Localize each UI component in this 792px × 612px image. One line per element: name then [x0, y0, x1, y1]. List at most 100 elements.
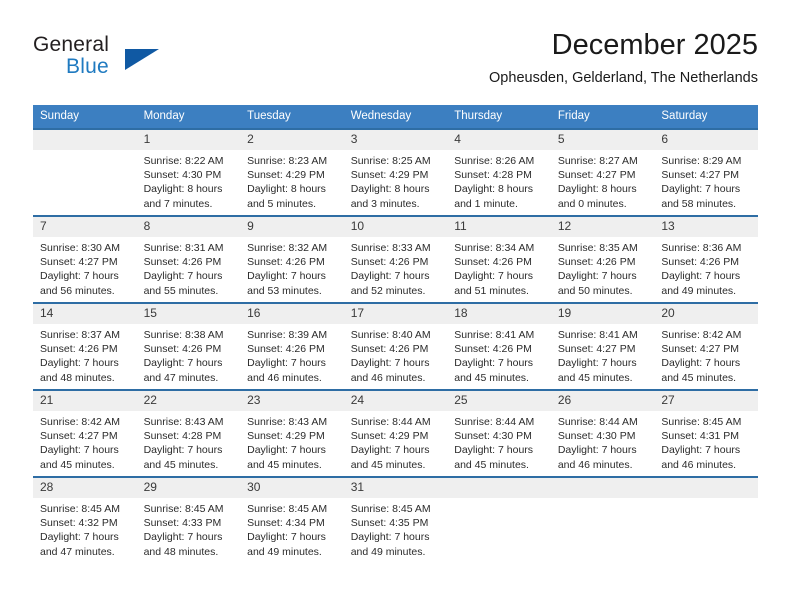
calendar-cell-inner: 11 Sunrise: 8:34 AM Sunset: 4:26 PM Dayligh…	[447, 217, 551, 302]
day-sun-details: Sunrise: 8:25 AM Sunset: 4:29 PM Daylight:…	[344, 150, 448, 211]
sunset-text: Sunset: 4:26 PM	[557, 256, 636, 269]
calendar-day-cell[interactable]: 2 Sunrise: 8:23 AM Sunset: 4:29 PM Daylight…	[240, 128, 344, 216]
day-number	[654, 478, 758, 498]
calendar-day-cell[interactable]: 26 Sunrise: 8:44 AM Sunset: 4:30 PM Dayligh…	[550, 389, 655, 477]
sunrise-text: Sunrise: 8:33 AM	[350, 242, 431, 254]
calendar-day-cell[interactable]: 9 Sunrise: 8:32 AM Sunset: 4:26 PM Daylight…	[240, 215, 344, 303]
calendar-cell-empty	[550, 476, 655, 563]
calendar-day-cell[interactable]: 27 Sunrise: 8:45 AM Sunset: 4:31 PM Dayligh…	[654, 389, 758, 477]
calendar-day-cell[interactable]: 22 Sunrise: 8:43 AM Sunset: 4:28 PM Dayligh…	[136, 389, 241, 477]
brand-logo[interactable]: General Blue	[33, 33, 253, 89]
calendar-week-row: 1 Sunrise: 8:22 AM Sunset: 4:30 PM Daylight…	[33, 128, 758, 216]
daylight-text-line2: and 45 minutes.	[350, 458, 426, 471]
calendar-day-cell[interactable]: 3 Sunrise: 8:25 AM Sunset: 4:29 PM Daylight…	[343, 128, 448, 216]
calendar-cell-empty	[654, 476, 758, 563]
calendar-day-cell[interactable]: 28 Sunrise: 8:45 AM Sunset: 4:32 PM Dayligh…	[33, 476, 137, 563]
calendar-cell-inner: 25 Sunrise: 8:44 AM Sunset: 4:30 PM Dayligh…	[447, 391, 551, 476]
calendar-cell-inner: 10 Sunrise: 8:33 AM Sunset: 4:26 PM Dayligh…	[343, 217, 448, 302]
calendar-day-cell[interactable]: 1 Sunrise: 8:22 AM Sunset: 4:30 PM Daylight…	[136, 128, 241, 216]
calendar-day-cell[interactable]: 17 Sunrise: 8:40 AM Sunset: 4:26 PM Dayligh…	[343, 302, 448, 390]
daylight-text-line2: and 46 minutes.	[661, 458, 737, 471]
sunset-text: Sunset: 4:27 PM	[661, 343, 740, 356]
calendar-cell-inner: 7 Sunrise: 8:30 AM Sunset: 4:27 PM Daylight…	[33, 217, 137, 302]
title-block: December 2025 Opheusden, Gelderland, The…	[489, 28, 758, 88]
daylight-text-line2: and 47 minutes.	[143, 371, 219, 384]
calendar-cell-inner: 6 Sunrise: 8:29 AM Sunset: 4:27 PM Daylight…	[654, 130, 758, 215]
daylight-text-line1: Daylight: 7 hours	[454, 357, 534, 370]
calendar-day-cell[interactable]: 12 Sunrise: 8:35 AM Sunset: 4:26 PM Dayligh…	[550, 215, 655, 303]
daylight-text-line2: and 45 minutes.	[557, 371, 633, 384]
page-header: General Blue December 2025 Opheusden, Ge…	[33, 28, 758, 96]
day-number: 30	[240, 478, 344, 498]
weekday-header-friday: Friday	[550, 105, 655, 129]
calendar-day-cell[interactable]: 4 Sunrise: 8:26 AM Sunset: 4:28 PM Daylight…	[447, 128, 551, 216]
sunrise-text: Sunrise: 8:32 AM	[247, 242, 328, 254]
calendar-day-cell[interactable]: 13 Sunrise: 8:36 AM Sunset: 4:26 PM Dayligh…	[654, 215, 758, 303]
calendar-day-cell[interactable]: 11 Sunrise: 8:34 AM Sunset: 4:26 PM Dayligh…	[447, 215, 551, 303]
calendar-day-cell[interactable]: 5 Sunrise: 8:27 AM Sunset: 4:27 PM Daylight…	[550, 128, 655, 216]
day-sun-details: Sunrise: 8:22 AM Sunset: 4:30 PM Daylight:…	[137, 150, 241, 211]
calendar-cell-inner: 27 Sunrise: 8:45 AM Sunset: 4:31 PM Dayligh…	[654, 391, 758, 476]
calendar-day-cell[interactable]: 8 Sunrise: 8:31 AM Sunset: 4:26 PM Daylight…	[136, 215, 241, 303]
calendar-day-cell[interactable]: 30 Sunrise: 8:45 AM Sunset: 4:34 PM Dayligh…	[240, 476, 344, 563]
sunrise-text: Sunrise: 8:42 AM	[40, 416, 120, 428]
daylight-text-line1: Daylight: 7 hours	[557, 357, 637, 370]
calendar-day-cell[interactable]: 24 Sunrise: 8:44 AM Sunset: 4:29 PM Dayligh…	[343, 389, 448, 477]
day-number: 7	[33, 217, 137, 237]
calendar-day-cell[interactable]: 31 Sunrise: 8:45 AM Sunset: 4:35 PM Dayligh…	[343, 476, 448, 563]
sunset-text: Sunset: 4:26 PM	[454, 343, 532, 356]
day-sun-details: Sunrise: 8:36 AM Sunset: 4:26 PM Daylight:…	[654, 237, 758, 298]
calendar-cell-inner: 22 Sunrise: 8:43 AM Sunset: 4:28 PM Dayligh…	[136, 391, 241, 476]
day-sun-details: Sunrise: 8:27 AM Sunset: 4:27 PM Daylight:…	[551, 150, 655, 211]
calendar-day-cell[interactable]: 16 Sunrise: 8:39 AM Sunset: 4:26 PM Dayligh…	[240, 302, 344, 390]
weekday-header-tuesday: Tuesday	[240, 105, 344, 129]
daylight-text-line1: Daylight: 7 hours	[247, 531, 326, 544]
daylight-text-line2: and 45 minutes.	[661, 371, 737, 384]
calendar-day-cell[interactable]: 7 Sunrise: 8:30 AM Sunset: 4:27 PM Daylight…	[33, 215, 137, 303]
sunset-text: Sunset: 4:28 PM	[143, 430, 222, 443]
day-number: 23	[240, 391, 344, 411]
daylight-text-line1: Daylight: 7 hours	[40, 270, 119, 283]
sunrise-text: Sunrise: 8:45 AM	[40, 503, 120, 515]
day-number: 17	[343, 304, 448, 324]
day-number: 25	[447, 391, 551, 411]
daylight-text-line1: Daylight: 8 hours	[247, 183, 326, 196]
day-number: 21	[33, 391, 137, 411]
calendar-day-cell[interactable]: 20 Sunrise: 8:42 AM Sunset: 4:27 PM Dayligh…	[654, 302, 758, 390]
calendar-cell-inner: 4 Sunrise: 8:26 AM Sunset: 4:28 PM Daylight…	[447, 130, 551, 215]
day-sun-details: Sunrise: 8:45 AM Sunset: 4:32 PM Daylight:…	[33, 498, 137, 559]
triangle-flag-icon	[125, 49, 159, 70]
sunset-text: Sunset: 4:31 PM	[661, 430, 740, 443]
daylight-text-line2: and 46 minutes.	[557, 458, 633, 471]
day-sun-details: Sunrise: 8:30 AM Sunset: 4:27 PM Daylight:…	[33, 237, 137, 298]
calendar-cell-inner: 14 Sunrise: 8:37 AM Sunset: 4:26 PM Dayligh…	[33, 304, 137, 389]
calendar-day-cell[interactable]: 25 Sunrise: 8:44 AM Sunset: 4:30 PM Dayligh…	[447, 389, 551, 477]
sunset-text: Sunset: 4:26 PM	[661, 256, 740, 269]
day-sun-details: Sunrise: 8:42 AM Sunset: 4:27 PM Daylight:…	[654, 324, 758, 385]
sunrise-text: Sunrise: 8:23 AM	[247, 155, 328, 167]
calendar-day-cell[interactable]: 6 Sunrise: 8:29 AM Sunset: 4:27 PM Daylight…	[654, 128, 758, 216]
calendar-cell-inner: 21 Sunrise: 8:42 AM Sunset: 4:27 PM Dayligh…	[33, 391, 137, 476]
calendar-day-cell[interactable]: 15 Sunrise: 8:38 AM Sunset: 4:26 PM Dayligh…	[136, 302, 241, 390]
calendar-day-cell[interactable]: 29 Sunrise: 8:45 AM Sunset: 4:33 PM Dayligh…	[136, 476, 241, 563]
daylight-text-line1: Daylight: 7 hours	[557, 270, 637, 283]
calendar-day-cell[interactable]: 14 Sunrise: 8:37 AM Sunset: 4:26 PM Dayligh…	[33, 302, 137, 390]
weekday-header-monday: Monday	[136, 105, 241, 129]
sunrise-text: Sunrise: 8:25 AM	[350, 155, 431, 167]
daylight-text-line2: and 48 minutes.	[143, 545, 219, 558]
daylight-text-line1: Daylight: 7 hours	[661, 357, 741, 370]
day-sun-details: Sunrise: 8:44 AM Sunset: 4:29 PM Daylight:…	[344, 411, 448, 472]
daylight-text-line1: Daylight: 7 hours	[40, 531, 119, 544]
calendar-day-cell[interactable]: 19 Sunrise: 8:41 AM Sunset: 4:27 PM Dayligh…	[550, 302, 655, 390]
day-number: 24	[343, 391, 448, 411]
calendar-day-cell[interactable]: 21 Sunrise: 8:42 AM Sunset: 4:27 PM Dayligh…	[33, 389, 137, 477]
calendar-day-cell[interactable]: 23 Sunrise: 8:43 AM Sunset: 4:29 PM Dayligh…	[240, 389, 344, 477]
daylight-text-line2: and 50 minutes.	[557, 284, 633, 297]
calendar-day-cell[interactable]: 18 Sunrise: 8:41 AM Sunset: 4:26 PM Dayligh…	[447, 302, 551, 390]
calendar-cell-inner: 18 Sunrise: 8:41 AM Sunset: 4:26 PM Dayligh…	[447, 304, 551, 389]
day-sun-details: Sunrise: 8:31 AM Sunset: 4:26 PM Daylight:…	[137, 237, 241, 298]
calendar-day-cell[interactable]: 10 Sunrise: 8:33 AM Sunset: 4:26 PM Dayligh…	[343, 215, 448, 303]
daylight-text-line1: Daylight: 7 hours	[454, 444, 534, 457]
sunrise-text: Sunrise: 8:39 AM	[247, 329, 328, 341]
calendar-cell-inner	[447, 478, 551, 563]
